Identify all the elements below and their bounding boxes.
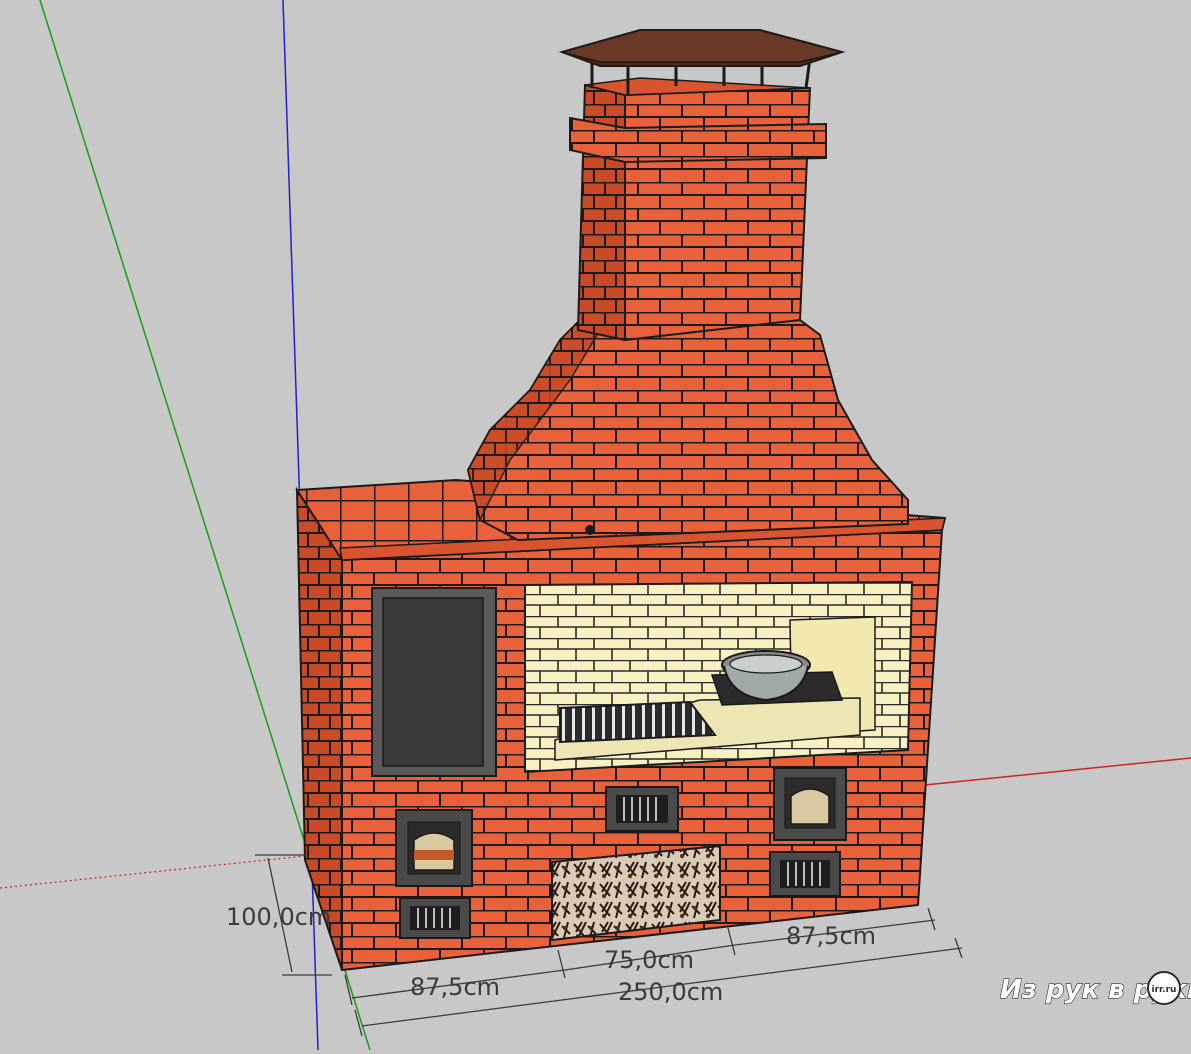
left-ash-door[interactable]: [399, 897, 471, 939]
red-axis-dotted: [0, 855, 306, 889]
dim-total-width: 250,0cm: [618, 978, 723, 1006]
cabinet-door-panel: [382, 597, 484, 767]
watermark-badge: irr.ru: [1152, 985, 1177, 995]
sketchup-viewport[interactable]: 100,0cm 87,5cm 75,0cm 87,5cm 250,0cm Из …: [0, 0, 1191, 1051]
hood-front: [466, 319, 909, 542]
right-ash-door[interactable]: [769, 851, 841, 897]
middle-ash-door[interactable]: [605, 786, 679, 832]
dim-left-width: 87,5cm: [410, 973, 500, 1001]
right-fire-door[interactable]: [773, 767, 847, 841]
damper-knob: [585, 525, 595, 535]
watermark: Из рук в руки irr.ru: [999, 971, 1191, 1006]
left-fire-door[interactable]: [395, 809, 473, 887]
bbq-oven-model: 100,0cm 87,5cm 75,0cm 87,5cm 250,0cm Из …: [0, 0, 1191, 1051]
dim-middle-width: 75,0cm: [604, 946, 694, 974]
grill-grate[interactable]: [559, 700, 717, 744]
dim-right-width: 87,5cm: [786, 922, 876, 950]
red-axis: [914, 757, 1191, 787]
left-side-face: [295, 486, 343, 971]
dim-height: 100,0cm: [226, 903, 331, 931]
